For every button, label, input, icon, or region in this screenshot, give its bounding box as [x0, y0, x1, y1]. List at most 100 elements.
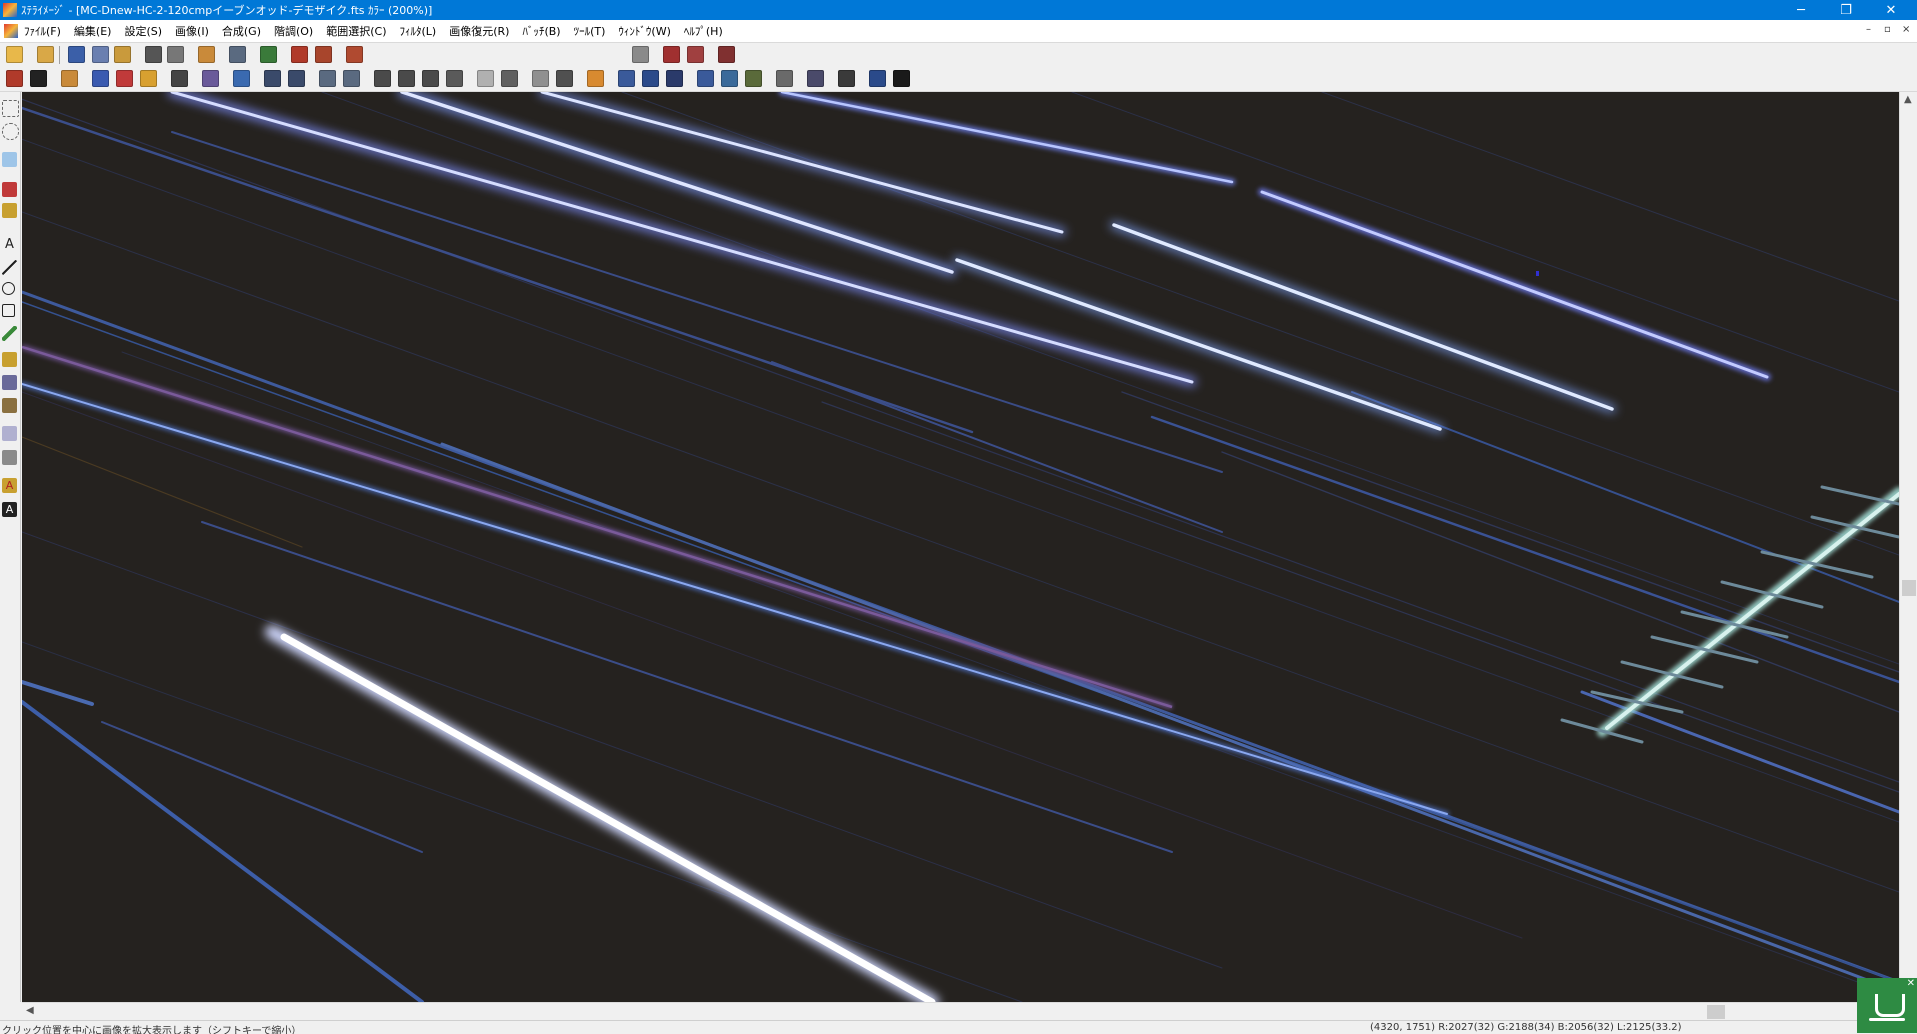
batch-open-icon[interactable] [114, 46, 131, 63]
mark-icon[interactable] [2, 426, 17, 441]
line-tool-icon[interactable] [2, 260, 17, 275]
mask-icon[interactable] [893, 70, 910, 87]
rect-select-icon[interactable] [2, 100, 19, 117]
font-color-icon[interactable]: A [2, 478, 17, 493]
hand-icon[interactable] [2, 450, 17, 465]
edit-icon[interactable] [838, 70, 855, 87]
resize-icon[interactable] [745, 70, 762, 87]
star-removal-icon[interactable] [202, 70, 219, 87]
color-balance-icon[interactable] [92, 70, 109, 87]
restore-button[interactable]: ❐ [1828, 0, 1864, 20]
document-icon[interactable] [4, 24, 18, 38]
layer-icon[interactable] [869, 70, 886, 87]
open-recent-icon[interactable] [37, 46, 54, 63]
magic-icon[interactable] [587, 70, 604, 87]
menu-image[interactable]: 画像(I) [175, 23, 209, 39]
menu-selection[interactable]: 範囲選択(C) [326, 23, 386, 39]
export-icon[interactable] [718, 46, 735, 63]
stack-icon[interactable] [61, 70, 78, 87]
binocular-icon[interactable] [30, 70, 47, 87]
print-preview-icon[interactable] [145, 46, 162, 63]
save-icon[interactable] [68, 46, 85, 63]
brush-icon[interactable] [2, 352, 17, 367]
scroll-left-icon[interactable]: ◀ [26, 1005, 34, 1016]
composite-add-icon[interactable] [642, 70, 659, 87]
mdi-close-button[interactable]: × [1902, 24, 1910, 35]
flip-horizontal-icon[interactable] [319, 70, 336, 87]
horizontal-scroll-thumb[interactable] [1707, 1005, 1725, 1019]
print-icon[interactable] [167, 46, 184, 63]
measure-icon[interactable] [807, 70, 824, 87]
paste-image-icon[interactable] [556, 70, 573, 87]
open-folder-icon[interactable] [6, 46, 23, 63]
menu-composite[interactable]: 合成(G) [222, 23, 261, 39]
mdi-minimize-button[interactable]: – [1866, 24, 1871, 35]
pixel-readout: (4320, 1751) R:2027(32) G:2188(34) B:205… [1370, 1022, 1682, 1033]
histogram-icon[interactable] [260, 46, 277, 63]
font-style-icon[interactable]: A [2, 502, 17, 517]
fit-frame-icon[interactable] [288, 70, 305, 87]
header-info-icon[interactable] [229, 46, 246, 63]
vertical-scroll-thumb[interactable] [1902, 580, 1916, 596]
free-rotate-icon[interactable] [446, 70, 463, 87]
notification-close-icon[interactable]: ✕ [1907, 978, 1915, 989]
menu-file[interactable]: ﾌｧｲﾙ(F) [24, 23, 61, 39]
rotate-left-icon[interactable] [398, 70, 415, 87]
grid-icon[interactable] [233, 70, 250, 87]
zoom-icon[interactable] [2, 152, 17, 167]
copy-image-icon[interactable] [532, 70, 549, 87]
menu-help[interactable]: ﾍﾙﾌﾟ(H) [684, 23, 723, 39]
pencil-icon[interactable] [2, 326, 17, 341]
background-flatten-icon[interactable] [171, 70, 188, 87]
main-toolbar [0, 43, 1917, 106]
dropper-icon[interactable] [2, 182, 17, 197]
circle-tool-icon[interactable] [2, 282, 15, 295]
levels-icon[interactable] [291, 46, 308, 63]
tile-icon[interactable] [264, 70, 281, 87]
window-arrange-icon[interactable] [632, 46, 649, 63]
rgb-split-icon[interactable] [116, 70, 133, 87]
compare-icon[interactable] [663, 46, 680, 63]
image-canvas[interactable] [22, 92, 1899, 1002]
align-icon[interactable] [618, 70, 635, 87]
scroll-up-icon[interactable]: ▲ [1904, 94, 1912, 105]
menu-tone[interactable]: 階調(O) [274, 23, 313, 39]
gradient-icon[interactable] [501, 70, 518, 87]
eraser-icon[interactable] [2, 398, 17, 413]
ellipse-select-icon[interactable] [2, 123, 19, 140]
line-profile-icon[interactable] [776, 70, 793, 87]
zoom-region-icon[interactable] [721, 70, 738, 87]
stamp-icon[interactable] [2, 375, 17, 390]
mdi-restore-button[interactable]: ▫ [1884, 24, 1891, 35]
menu-edit[interactable]: 編集(E) [74, 23, 112, 39]
wand-icon[interactable] [2, 203, 17, 218]
menu-tools[interactable]: ﾂｰﾙ(T) [574, 23, 606, 39]
save-as-icon[interactable] [92, 46, 109, 63]
blink-icon[interactable] [687, 46, 704, 63]
menu-restore[interactable]: 画像復元(R) [449, 23, 509, 39]
graph-icon[interactable] [6, 70, 23, 87]
image-toolbar [0, 67, 1917, 92]
flip-vertical-icon[interactable] [343, 70, 360, 87]
gray-fill-icon[interactable] [477, 70, 494, 87]
notification-badge[interactable]: ✕ [1857, 978, 1917, 1033]
menu-bar: ﾌｧｲﾙ(F) 編集(E) 設定(S) 画像(I) 合成(G) 階調(O) 範囲… [0, 20, 1917, 43]
select-region-icon[interactable] [697, 70, 714, 87]
rectangle-tool-icon[interactable] [2, 304, 15, 317]
menu-settings[interactable]: 設定(S) [124, 23, 162, 39]
composite-average-icon[interactable] [666, 70, 683, 87]
curve-icon[interactable] [346, 46, 363, 63]
undo-icon[interactable] [198, 46, 215, 63]
text-tool-icon[interactable]: A [2, 237, 17, 252]
rotate-180-icon[interactable] [422, 70, 439, 87]
color-wheel-icon[interactable] [140, 70, 157, 87]
minimize-button[interactable]: ─ [1783, 0, 1819, 20]
menu-filter[interactable]: ﾌｨﾙﾀ(L) [400, 23, 437, 39]
rotate-right-icon[interactable] [374, 70, 391, 87]
menu-batch[interactable]: ﾊﾞｯﾁ(B) [522, 23, 560, 39]
close-button[interactable]: ✕ [1873, 0, 1909, 20]
menu-window[interactable]: ｳｨﾝﾄﾞｳ(W) [618, 23, 670, 39]
auto-levels-icon[interactable] [315, 46, 332, 63]
vertical-scrollbar[interactable]: ▲ [1899, 92, 1917, 1002]
horizontal-scrollbar[interactable]: ◀ [22, 1002, 1899, 1021]
